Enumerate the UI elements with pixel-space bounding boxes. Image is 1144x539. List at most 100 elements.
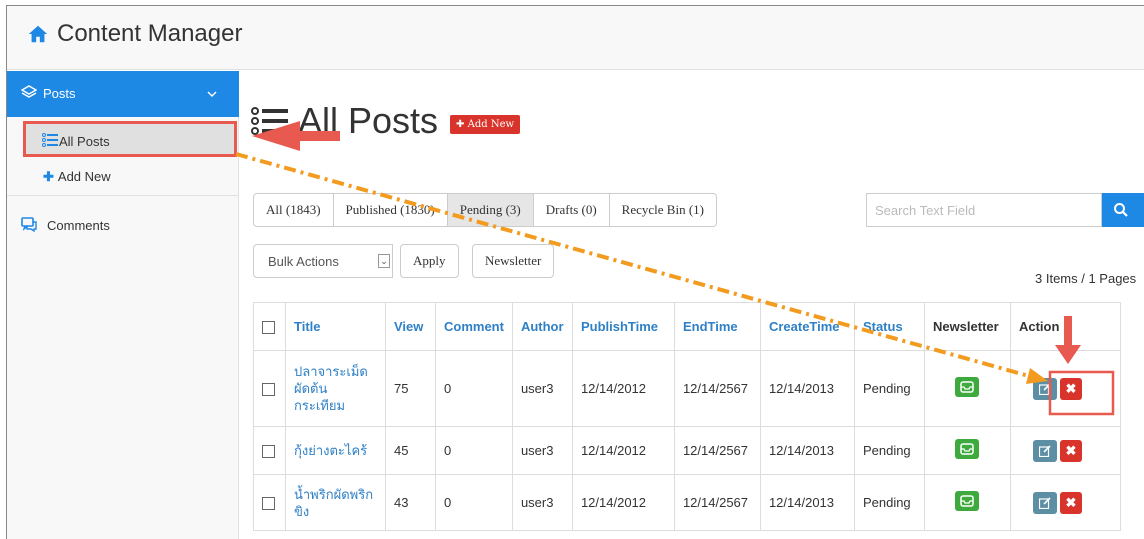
cell-end-time: 12/14/2567 [673,474,761,531]
delete-button[interactable]: ✖ [1059,491,1082,514]
cell-newsletter [923,426,1011,475]
page-header: All Posts ✚ Add New [250,100,521,142]
col-publish-time[interactable]: PublishTime [571,302,675,351]
search-icon [1114,203,1128,217]
cell-comment: 0 [435,426,513,475]
add-new-button[interactable]: ✚ Add New [450,114,521,134]
chevron-down-icon: ⌄ [378,254,390,268]
cell-create-time: 12/14/2013 [759,350,855,427]
search-input[interactable]: Search Text Field [866,193,1102,227]
plus-icon: ✚ [43,169,54,184]
cell-status: Pending [853,426,925,475]
cell-author: user3 [511,426,573,475]
posts-table: Title View Comment Author PublishTime En… [253,302,1121,531]
cell-action: ✖ [1009,474,1121,531]
newsletter-send-button[interactable] [955,377,980,397]
add-new-button-label: Add New [467,118,515,130]
col-newsletter: Newsletter [923,302,1011,351]
row-select-cell [253,474,286,531]
col-comment[interactable]: Comment [435,302,513,351]
status-tabs: All (1843) Published (1830) Pending (3) … [253,193,717,227]
cell-status: Pending [853,350,925,427]
newsletter-button[interactable]: Newsletter [472,244,555,278]
edit-button[interactable] [1032,439,1057,462]
col-status[interactable]: Status [853,302,925,351]
select-all-checkbox[interactable] [262,321,275,335]
cell-publish-time: 12/14/2012 [571,426,675,475]
post-title-link[interactable]: น้ำพริกผัดพริกขิง [285,474,386,531]
cell-create-time: 12/14/2013 [759,474,855,531]
sidebar-item-label: Add New [57,169,111,184]
cell-author: user3 [511,350,573,427]
row-checkbox[interactable] [262,383,275,397]
app-title: Content Manager [57,20,243,47]
items-count: 3 Items / 1 Pages [1035,271,1137,286]
tab-pending[interactable]: Pending (3) [446,193,534,227]
layers-icon [21,85,37,98]
post-title-link[interactable]: กุ้งย่างตะไคร้ [285,426,386,475]
inbox-icon [960,443,975,455]
cell-view: 45 [385,426,436,475]
col-create-time[interactable]: CreateTime [759,302,855,351]
col-action: Action [1009,302,1121,351]
cell-status: Pending [853,474,925,531]
edit-icon [1038,382,1051,395]
cell-view: 43 [385,474,436,531]
page-title: All Posts [298,100,439,141]
sidebar-item-posts[interactable]: Posts [7,71,239,117]
cell-action: ✖ [1009,426,1121,475]
cell-end-time: 12/14/2567 [673,426,761,475]
apply-button[interactable]: Apply [400,244,459,278]
bulk-actions-select[interactable]: Bulk Actions ⌄ [253,244,393,278]
sidebar-item-all-posts[interactable]: All Posts [23,121,237,157]
search-button[interactable] [1102,193,1144,227]
col-end-time[interactable]: EndTime [673,302,761,351]
tab-published[interactable]: Published (1830) [332,193,448,227]
col-author[interactable]: Author [511,302,573,351]
sidebar-item-add-new[interactable]: ✚ Add New [43,169,111,185]
sidebar: Posts All Posts ✚ Add New Comments [7,71,239,539]
tab-all[interactable]: All (1843) [253,193,334,227]
inbox-icon [960,495,975,507]
cell-view: 75 [385,350,436,427]
cell-publish-time: 12/14/2012 [571,350,675,427]
edit-button[interactable] [1032,377,1057,400]
table-row: น้ำพริกผัดพริกขิง 43 0 user3 12/14/2012 … [253,474,1121,531]
delete-button[interactable]: ✖ [1059,377,1082,400]
row-checkbox[interactable] [262,497,275,511]
cell-publish-time: 12/14/2012 [571,474,675,531]
bulk-actions-label: Bulk Actions [268,254,339,269]
cell-author: user3 [511,474,573,531]
post-title-link[interactable]: ปลาจาระเม็ดผัดต้นกระเทียม [285,350,386,427]
newsletter-send-button[interactable] [955,439,980,459]
delete-button[interactable]: ✖ [1059,439,1082,462]
sidebar-item-label: All Posts [59,134,110,149]
cell-end-time: 12/14/2567 [673,350,761,427]
edit-icon [1038,496,1051,509]
cell-newsletter [923,350,1011,427]
table-row: กุ้งย่างตะไคร้ 45 0 user3 12/14/2012 12/… [253,426,1121,475]
tab-drafts[interactable]: Drafts (0) [532,193,610,227]
home-icon [28,25,48,43]
sidebar-item-comments[interactable]: Comments [21,217,110,233]
comments-icon [21,217,37,233]
row-checkbox[interactable] [262,445,275,459]
col-title[interactable]: Title [285,302,386,351]
edit-icon [1038,444,1051,457]
brand[interactable]: Content Manager [27,20,242,48]
list-icon [42,133,58,147]
edit-button[interactable] [1032,491,1057,514]
cell-newsletter [923,474,1011,531]
table-header-row: Title View Comment Author PublishTime En… [253,302,1121,351]
sidebar-item-label: Comments [47,217,110,233]
inbox-icon [960,381,975,393]
newsletter-send-button[interactable] [955,491,980,511]
cell-action: ✖ [1009,350,1121,427]
list-icon [251,107,288,135]
cell-create-time: 12/14/2013 [759,426,855,475]
chevron-down-icon [207,91,217,98]
tab-recycle-bin[interactable]: Recycle Bin (1) [608,193,717,227]
cell-comment: 0 [435,350,513,427]
select-all-header [253,302,286,351]
col-view[interactable]: View [385,302,436,351]
